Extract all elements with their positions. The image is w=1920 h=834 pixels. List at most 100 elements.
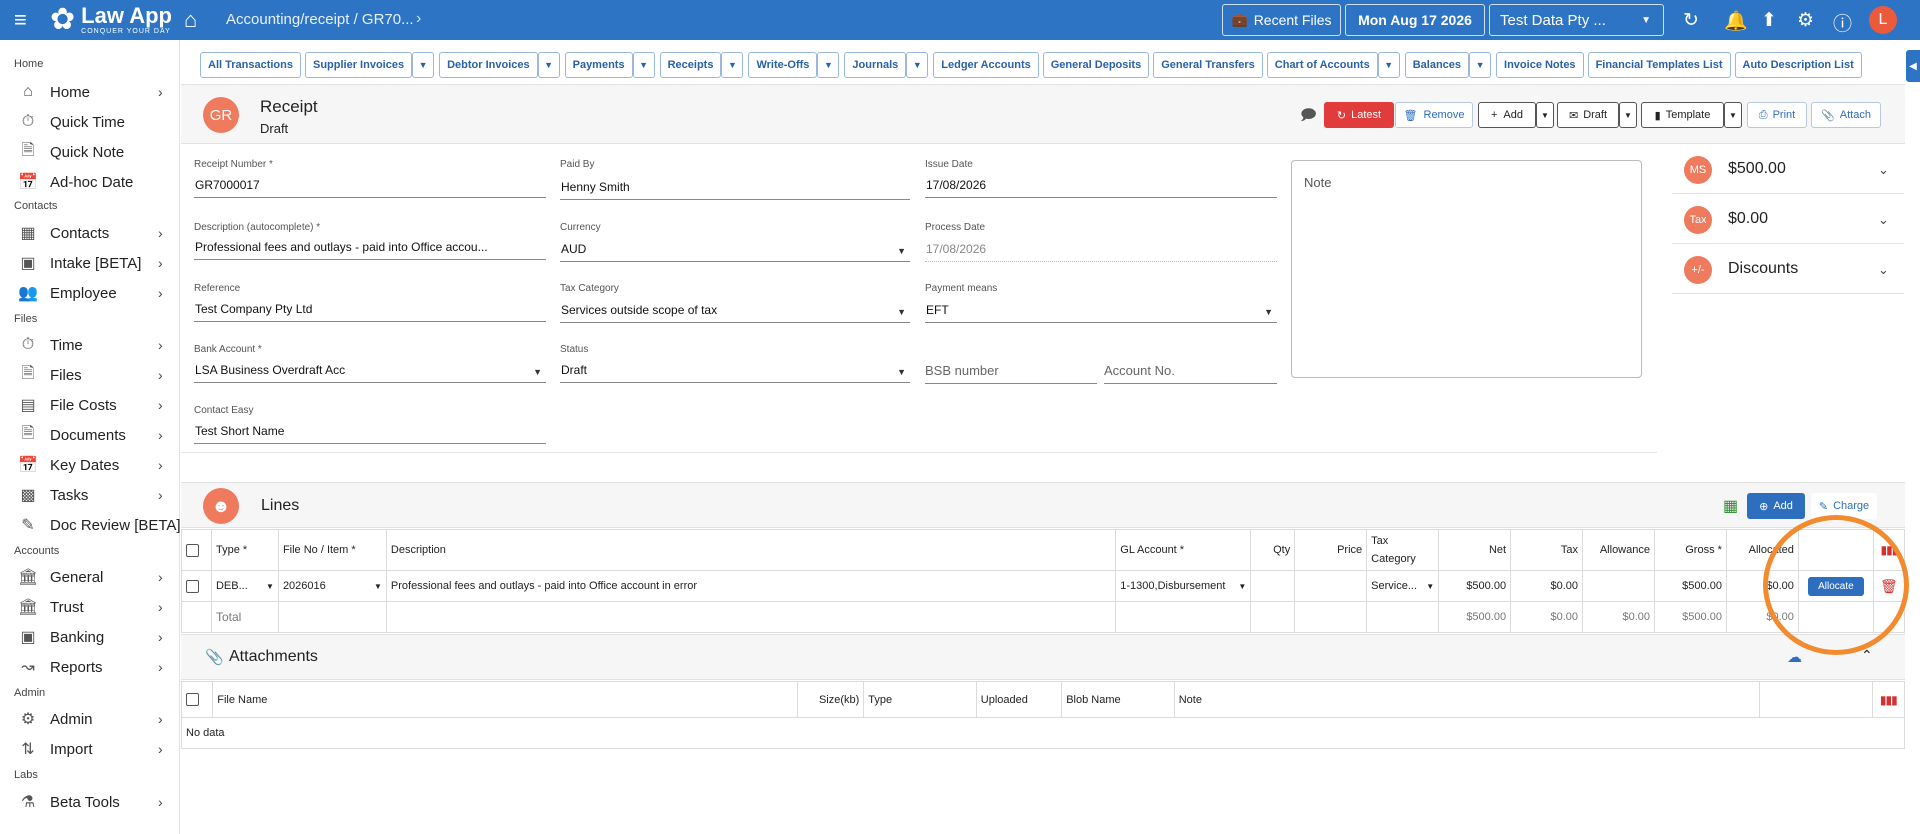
sidebar-item-import[interactable]: ⇅ Import › [0,735,178,763]
checkbox[interactable] [186,693,199,706]
chevron-down-icon[interactable]: ▼ [817,52,840,78]
column-header[interactable]: Allowance [1582,529,1655,571]
sidebar-item-time[interactable]: ⏱ Time › [0,331,178,359]
tax-category-select[interactable]: Services outside scope of tax ▼ [560,301,910,323]
bank-account-select[interactable]: LSA Business Overdraft Acc ▼ [194,361,546,383]
remove-button[interactable]: 🗑 Remove [1395,102,1473,128]
status-select[interactable]: Draft ▼ [560,361,910,383]
column-header[interactable]: Size(kb) [796,681,865,718]
column-header[interactable]: Allocated [1725,529,1799,571]
cloud-upload-icon[interactable]: ☁ [1787,648,1802,666]
tab-write-offs[interactable]: Write-Offs [748,52,818,78]
menu-icon[interactable]: ≡ [14,8,27,32]
chevron-down-icon[interactable]: ▼ [906,52,929,78]
column-header[interactable]: Description [385,529,1117,571]
column-header[interactable]: Blob Name [1061,681,1175,718]
sidebar-item-employee[interactable]: 👥 Employee › [0,279,178,307]
column-header[interactable]: Type [863,681,977,718]
allocate-button[interactable]: Allocate [1808,576,1864,596]
sidebar-item-banking[interactable]: ▣ Banking › [0,623,178,651]
column-header[interactable]: Tax [1510,529,1584,571]
price-cell[interactable] [1294,570,1368,602]
issue-date-field[interactable]: 17/08/2026 [925,176,1277,198]
checkbox[interactable] [186,543,199,557]
upload-icon[interactable]: ⬆ [1761,9,1777,32]
currency-select[interactable]: AUD ▼ [560,240,910,262]
column-header[interactable]: Type * [210,529,279,571]
tab-general-transfers[interactable]: General Transfers [1153,52,1263,78]
file-no-cell[interactable]: 2026016 ▼ [277,570,387,602]
add-dropdown[interactable]: ▼ [1536,102,1554,128]
chevron-down-icon[interactable]: ▼ [1469,52,1492,78]
tab-chart-of-accounts[interactable]: Chart of Accounts [1266,52,1378,78]
column-header[interactable]: Tax Category [1366,529,1440,571]
columns-icon[interactable]: ▮▮▮ [1871,681,1906,718]
sidebar-item-tasks[interactable]: ▩ Tasks › [0,481,178,509]
gl-account-cell[interactable]: 1-1300,Disbursement ▼ [1115,570,1252,602]
sidebar-item-admin[interactable]: ⚙ Admin › [0,705,178,733]
tab-receipts[interactable]: Receipts [659,52,722,78]
sidebar-item-general[interactable]: 🏛 General › [0,563,178,591]
tab-ledger-accounts[interactable]: Ledger Accounts [933,52,1039,78]
contact-easy-field[interactable]: Test Short Name [194,422,546,444]
select-all-cell[interactable] [181,529,212,571]
bsb-number-field[interactable]: BSB number [925,362,1097,384]
columns-icon[interactable]: ▮▮▮ [1872,529,1906,571]
column-header[interactable]: Uploaded [975,681,1063,718]
user-avatar[interactable]: L [1869,6,1897,34]
chevron-down-icon[interactable]: ▼ [632,52,655,78]
column-header[interactable]: Note [1173,681,1761,718]
sidebar-item-reports[interactable]: ↝ Reports › [0,653,178,681]
app-logo[interactable]: ✿ Law App CONQUER YOUR DAY [50,3,172,37]
charge-button[interactable]: ✎ Charge [1811,493,1877,519]
spreadsheet-icon[interactable]: ▦ [1723,496,1738,516]
tab-debtor-invoices[interactable]: Debtor Invoices [439,52,538,78]
bell-icon[interactable]: 🔔 [1724,9,1748,33]
column-header[interactable]: Qty [1250,529,1296,571]
tab-financial-templates-list[interactable]: Financial Templates List [1587,52,1731,78]
org-selector[interactable]: Test Data Pty ... ▼ [1489,4,1664,36]
description-cell[interactable]: Professional fees and outlays - paid int… [385,570,1117,602]
summary-tax[interactable]: Tax $0.00 ⌄ [1672,196,1904,244]
sidebar-item-trust[interactable]: 🏛 Trust › [0,593,178,621]
add-button[interactable]: + Add [1478,102,1536,128]
sidebar-item-quick-time[interactable]: ⏱ Quick Time [0,108,178,136]
chevron-down-icon[interactable]: ▼ [412,52,435,78]
chevron-down-icon[interactable]: ▼ [1377,52,1400,78]
history-icon[interactable]: ↻ [1683,9,1699,32]
paid-by-field[interactable]: Henny Smith [560,178,910,200]
sidebar-item-adhoc-date[interactable]: 📅 Ad-hoc Date [0,168,178,196]
tab-all-transactions[interactable]: All Transactions [200,52,301,78]
home-icon[interactable]: ⌂ [184,7,197,33]
chevron-down-icon[interactable]: ▼ [721,52,744,78]
chevron-down-icon[interactable]: ▼ [537,52,560,78]
tax-category-cell[interactable]: Service... ▼ [1366,570,1440,602]
latest-button[interactable]: ↻ Latest [1324,102,1394,128]
breadcrumb[interactable]: Accounting/receipt / GR70... [226,11,414,28]
column-header[interactable]: Gross * [1653,529,1727,571]
recent-files-button[interactable]: 💼 Recent Files [1222,4,1341,36]
template-dropdown[interactable]: ▼ [1724,102,1742,128]
column-header[interactable]: File No / Item * [277,529,387,571]
qty-cell[interactable] [1250,570,1296,602]
date-button[interactable]: Mon Aug 17 2026 [1345,4,1485,36]
sidebar-item-contacts[interactable]: ▦ Contacts › [0,219,178,247]
table-row[interactable]: DEB... ▼ 2026016 ▼ Professional fees and o… [181,570,1906,602]
payment-means-select[interactable]: EFT ▼ [925,301,1277,323]
tab-balances[interactable]: Balances [1404,52,1470,78]
checkbox[interactable] [186,579,199,593]
comment-icon[interactable]: 🗩 [1300,105,1317,130]
trash-icon[interactable]: 🗑 [1880,578,1898,594]
help-icon[interactable]: ⓘ [1833,9,1852,36]
tab-general-deposits[interactable]: General Deposits [1042,52,1150,78]
description-field[interactable]: Professional fees and outlays - paid int… [194,238,546,260]
row-select-cell[interactable] [181,570,212,602]
sidebar-item-intake[interactable]: ▣ Intake [BETA] › [0,249,178,277]
sidebar-item-file-costs[interactable]: ▤ File Costs › [0,391,178,419]
panel-toggle-icon[interactable]: ◀ [1906,50,1920,82]
sidebar-item-home[interactable]: ⌂ Home › [0,78,178,106]
reference-field[interactable]: Test Company Pty Ltd [194,300,546,322]
template-button[interactable]: ▮ Template [1641,102,1724,128]
type-cell[interactable]: DEB... ▼ [210,570,279,602]
gear-icon[interactable]: ⚙ [1797,9,1814,32]
